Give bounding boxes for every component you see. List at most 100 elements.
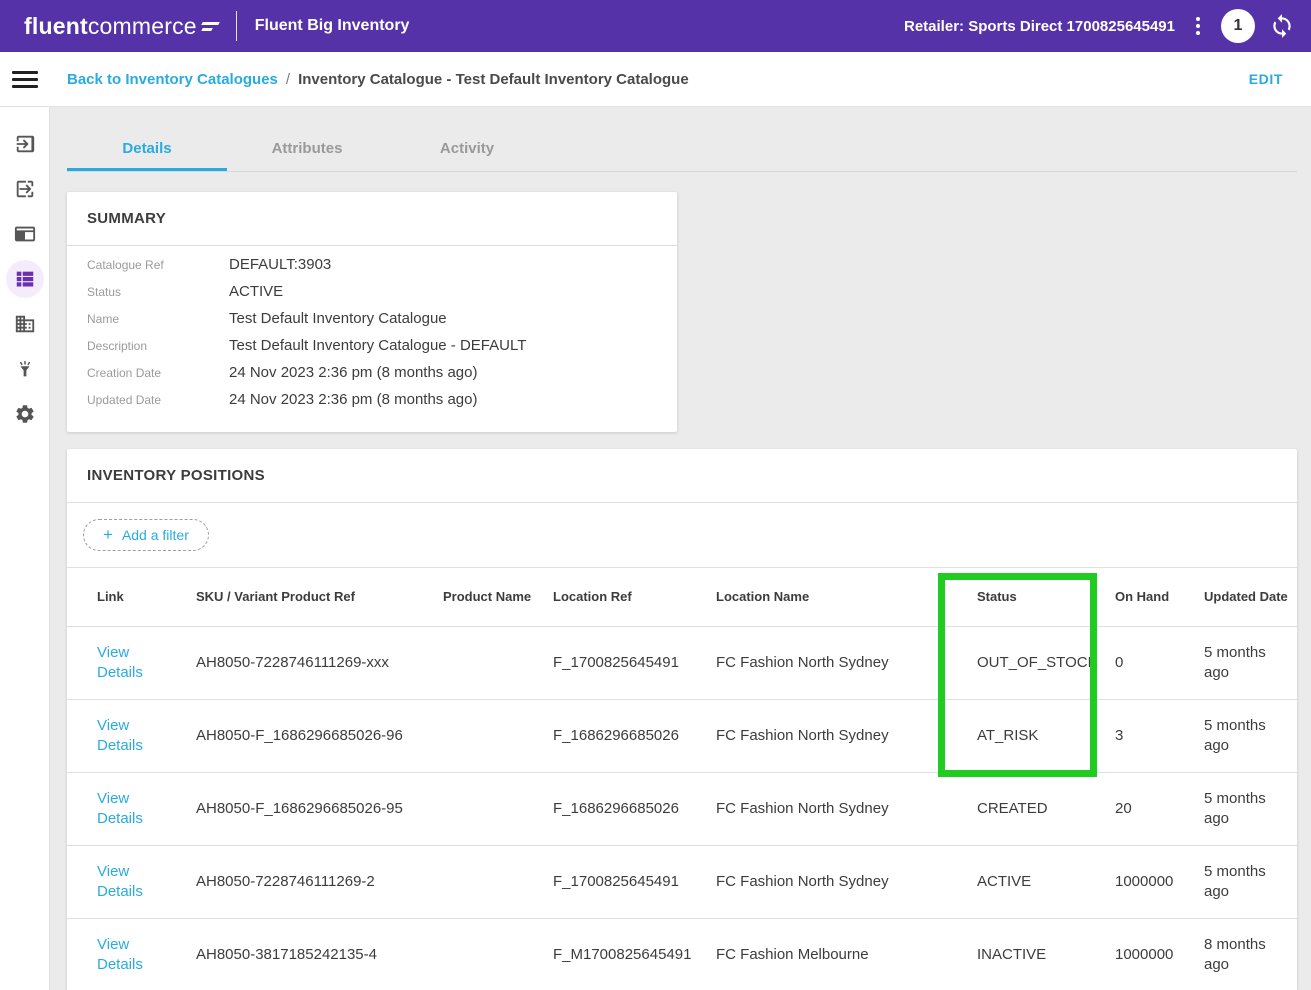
breadcrumb-separator: /: [286, 71, 290, 88]
summary-field-status: Status ACTIVE: [87, 283, 657, 310]
field-value: Test Default Inventory Catalogue: [229, 310, 447, 327]
sidebar-item-inbound[interactable]: [0, 121, 49, 166]
summary-field-catalogue-ref: Catalogue Ref DEFAULT:3903: [87, 256, 657, 283]
location-name-cell: FC Fashion North Sydney: [716, 626, 977, 699]
tab-bar: Details Attributes Activity: [67, 125, 1297, 172]
filter-funnel-icon: [14, 358, 36, 380]
col-sku: SKU / Variant Product Ref: [196, 568, 443, 626]
sku-cell: AH8050-7228746111269-xxx: [196, 626, 443, 699]
product-name-cell: [443, 845, 553, 918]
inventory-positions-card: INVENTORY POSITIONS + Add a filter Link …: [67, 449, 1297, 990]
col-location-ref: Location Ref: [553, 568, 716, 626]
sidebar-item-filter[interactable]: [0, 346, 49, 391]
col-link: Link: [67, 568, 196, 626]
tab-details[interactable]: Details: [67, 125, 227, 171]
edit-button[interactable]: EDIT: [1249, 71, 1283, 87]
view-details-link[interactable]: View Details: [97, 643, 157, 683]
refresh-icon[interactable]: [1269, 13, 1295, 39]
table-row: View Details AH8050-F_1686296685026-96 F…: [67, 699, 1297, 772]
sku-cell: AH8050-7228746111269-2: [196, 845, 443, 918]
field-value: ACTIVE: [229, 283, 283, 300]
updated-date-cell: 5 months ago: [1204, 862, 1284, 902]
on-hand-cell: 3: [1115, 699, 1204, 772]
col-on-hand: On Hand: [1115, 568, 1204, 626]
notification-count-badge[interactable]: 1: [1221, 9, 1255, 43]
table-row: View Details AH8050-3817185242135-4 F_M1…: [67, 918, 1297, 990]
sidebar-nav: [0, 107, 50, 990]
field-label: Creation Date: [87, 366, 229, 380]
table-row: View Details AH8050-F_1686296685026-95 F…: [67, 772, 1297, 845]
sidebar-item-inventory-catalogues[interactable]: [0, 256, 49, 301]
sidebar-item-panel[interactable]: [0, 211, 49, 256]
col-location-name: Location Name: [716, 568, 977, 626]
list-icon: [14, 268, 36, 290]
field-label: Name: [87, 312, 229, 326]
appbar-divider: [236, 11, 237, 41]
sidebar-item-settings[interactable]: [0, 391, 49, 436]
location-name-cell: FC Fashion North Sydney: [716, 845, 977, 918]
on-hand-cell: 0: [1115, 626, 1204, 699]
table-header-row: Link SKU / Variant Product Ref Product N…: [67, 568, 1297, 626]
sidebar-item-organization[interactable]: [0, 301, 49, 346]
location-ref-cell: F_1686296685026: [553, 699, 716, 772]
field-value: 24 Nov 2023 2:36 pm (8 months ago): [229, 391, 477, 408]
location-ref-cell: F_1700825645491: [553, 845, 716, 918]
summary-field-description: Description Test Default Inventory Catal…: [87, 337, 657, 364]
on-hand-cell: 20: [1115, 772, 1204, 845]
breadcrumb-bar: Back to Inventory Catalogues / Inventory…: [0, 52, 1311, 107]
summary-field-name: Name Test Default Inventory Catalogue: [87, 310, 657, 337]
sidebar-item-outbound[interactable]: [0, 166, 49, 211]
hamburger-menu-icon[interactable]: [0, 67, 50, 92]
inventory-positions-table: Link SKU / Variant Product Ref Product N…: [67, 568, 1297, 990]
updated-date-cell: 5 months ago: [1204, 643, 1284, 683]
product-name-cell: [443, 772, 553, 845]
status-cell: INACTIVE: [977, 918, 1115, 990]
summary-field-creation-date: Creation Date 24 Nov 2023 2:36 pm (8 mon…: [87, 364, 657, 391]
view-details-link[interactable]: View Details: [97, 789, 157, 829]
on-hand-cell: 1000000: [1115, 918, 1204, 990]
updated-date-cell: 8 months ago: [1204, 935, 1284, 975]
sku-cell: AH8050-F_1686296685026-96: [196, 699, 443, 772]
breadcrumb-current: Inventory Catalogue - Test Default Inven…: [298, 71, 689, 88]
status-cell: AT_RISK: [977, 699, 1115, 772]
breadcrumb-back-link[interactable]: Back to Inventory Catalogues: [67, 71, 278, 88]
kebab-menu-icon[interactable]: [1189, 14, 1207, 38]
field-value: DEFAULT:3903: [229, 256, 331, 273]
updated-date-cell: 5 months ago: [1204, 716, 1284, 756]
view-details-link[interactable]: View Details: [97, 862, 157, 902]
tab-attributes[interactable]: Attributes: [227, 125, 387, 171]
field-value: 24 Nov 2023 2:36 pm (8 months ago): [229, 364, 477, 381]
tab-activity[interactable]: Activity: [387, 125, 547, 171]
app-bar: fluentcommerce Fluent Big Inventory Reta…: [0, 0, 1311, 52]
active-item-halo: [6, 260, 44, 298]
col-status: Status: [977, 568, 1115, 626]
logo-text-light: commerce: [88, 13, 197, 40]
field-label: Updated Date: [87, 393, 229, 407]
panel-icon: [14, 223, 36, 245]
col-updated-date: Updated Date: [1204, 568, 1297, 626]
location-ref-cell: F_1700825645491: [553, 626, 716, 699]
logo-mark-icon: [200, 20, 222, 34]
view-details-link[interactable]: View Details: [97, 716, 157, 756]
col-product-name: Product Name: [443, 568, 553, 626]
main-content: Details Attributes Activity SUMMARY Cata…: [50, 107, 1311, 990]
summary-title: SUMMARY: [67, 192, 677, 246]
add-filter-button[interactable]: + Add a filter: [83, 519, 209, 551]
location-name-cell: FC Fashion North Sydney: [716, 772, 977, 845]
inventory-positions-title: INVENTORY POSITIONS: [67, 449, 1297, 503]
table-row: View Details AH8050-7228746111269-xxx F_…: [67, 626, 1297, 699]
inbound-icon: [14, 133, 36, 155]
filter-row: + Add a filter: [67, 503, 1297, 568]
on-hand-cell: 1000000: [1115, 845, 1204, 918]
product-name-cell: [443, 626, 553, 699]
logo-text-bold: fluent: [24, 13, 88, 40]
location-name-cell: FC Fashion North Sydney: [716, 699, 977, 772]
location-ref-cell: F_1686296685026: [553, 772, 716, 845]
product-name-cell: [443, 699, 553, 772]
view-details-link[interactable]: View Details: [97, 935, 157, 975]
field-label: Description: [87, 339, 229, 353]
retailer-label: Retailer: Sports Direct 1700825645491: [904, 18, 1175, 35]
summary-field-updated-date: Updated Date 24 Nov 2023 2:36 pm (8 mont…: [87, 391, 657, 418]
status-cell: OUT_OF_STOCK: [977, 626, 1115, 699]
outbound-icon: [14, 178, 36, 200]
